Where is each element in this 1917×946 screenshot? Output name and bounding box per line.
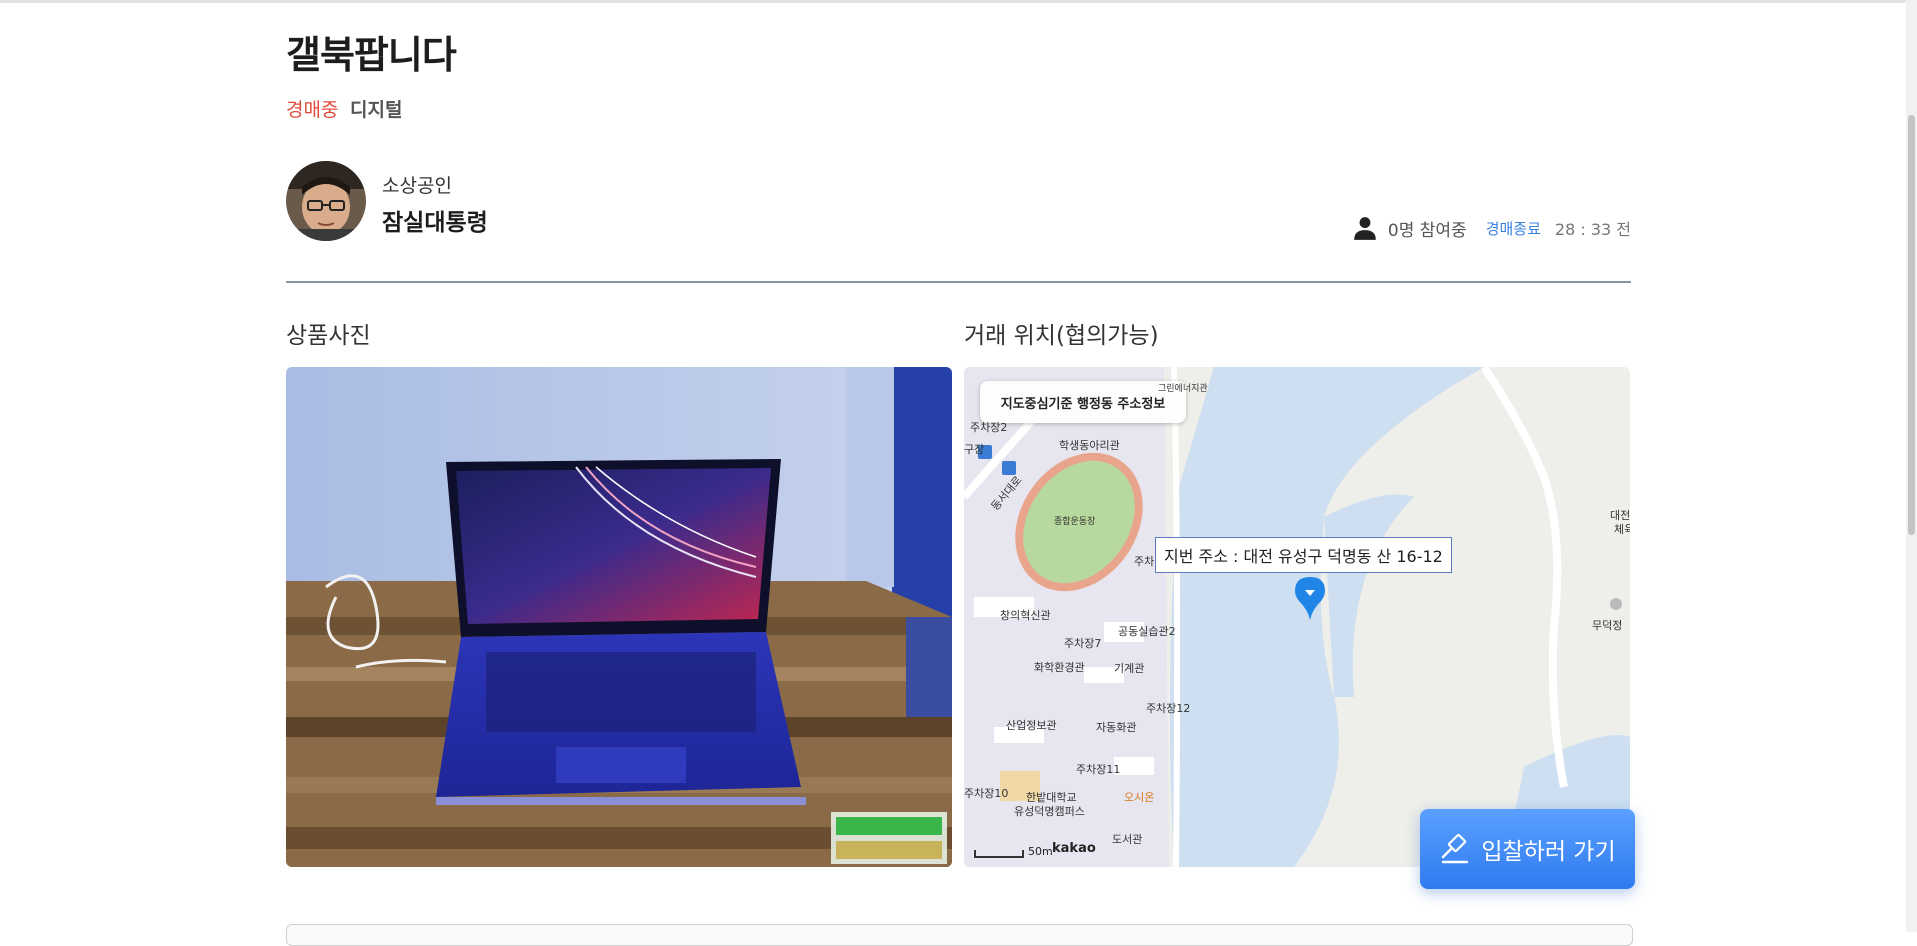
- map-label: 체육: [1614, 523, 1630, 536]
- avatar[interactable]: [286, 161, 366, 241]
- map-label: 그린에너지관: [1158, 384, 1208, 394]
- scrollbar-thumb[interactable]: [1908, 115, 1915, 535]
- map-label: 자동화관: [1096, 721, 1137, 734]
- map-label: 주차장11: [1076, 763, 1121, 776]
- product-detail: 갤북팝니다 경매중 디지털 소상공인 잠실대통령 0명 참여중 경매종료 28 …: [286, 0, 1633, 946]
- time-left: 28 : 33 전: [1554, 220, 1631, 239]
- map-label: 도서관: [1112, 833, 1143, 846]
- map-label: 주차: [1134, 555, 1155, 568]
- map-label: 유성덕명캠퍼스: [1014, 805, 1085, 818]
- address-tooltip: 지번 주소 : 대전 유성구 덕명동 산 16-12: [1155, 537, 1452, 573]
- auction-meta: 0명 참여중 경매종료 28 : 33 전: [1352, 214, 1631, 242]
- map-label: 공동실습관2: [1118, 625, 1176, 638]
- map-label: 주차장7: [1064, 637, 1102, 650]
- map-label: 학생동아리관: [1059, 439, 1120, 452]
- seller-name[interactable]: 잠실대통령: [382, 203, 488, 237]
- next-section-box: [286, 924, 1633, 946]
- map-provider-logo: kakao: [1052, 841, 1096, 856]
- scrollbar[interactable]: [1906, 0, 1917, 932]
- location-pin-icon[interactable]: [1295, 577, 1325, 621]
- map-label: 화학환경관: [1034, 661, 1085, 674]
- scale-bar: [974, 850, 1024, 858]
- status-badge: 경매중: [286, 99, 339, 121]
- seller-role: 소상공인: [382, 175, 452, 197]
- map-label: 오시온: [1124, 791, 1155, 804]
- participant-count: 0명 참여중: [1387, 220, 1467, 241]
- page-title: 갤북팝니다: [286, 33, 457, 77]
- map-label: 구장: [964, 443, 985, 456]
- map-label: 기계관: [1114, 662, 1145, 675]
- map-label: 창의혁신관: [1000, 609, 1051, 622]
- map-label: 주차장2: [970, 421, 1008, 434]
- product-photo[interactable]: [286, 367, 952, 867]
- photo-section-title: 상품사진: [286, 323, 371, 349]
- map-label: 산업정보관: [1006, 719, 1057, 732]
- map-label: 종합운동장: [1054, 517, 1096, 527]
- gavel-icon: [1442, 833, 1469, 864]
- auction-end-label: 경매종료: [1485, 219, 1541, 238]
- category-label: 디지털: [350, 99, 403, 121]
- bid-button-label: 입찰하러 가기: [1481, 839, 1616, 865]
- bid-button[interactable]: 입찰하러 가기: [1420, 809, 1635, 889]
- map-info-box: 지도중심기준 행정동 주소정보: [980, 381, 1186, 423]
- location-map[interactable]: 지도중심기준 행정동 주소정보 학생동아리관 종합운동장 창의혁신관 주차장7 …: [964, 367, 1630, 867]
- divider: [286, 281, 1631, 283]
- map-label: 무덕정: [1592, 619, 1623, 632]
- map-label: 주차장10: [964, 787, 1009, 800]
- scale-label: 50m: [1028, 845, 1053, 858]
- map-scale: 50m: [974, 845, 1053, 858]
- person-icon: [1354, 217, 1376, 240]
- location-section-title: 거래 위치(협의가능): [964, 323, 1159, 349]
- map-label: 주차장12: [1146, 702, 1191, 715]
